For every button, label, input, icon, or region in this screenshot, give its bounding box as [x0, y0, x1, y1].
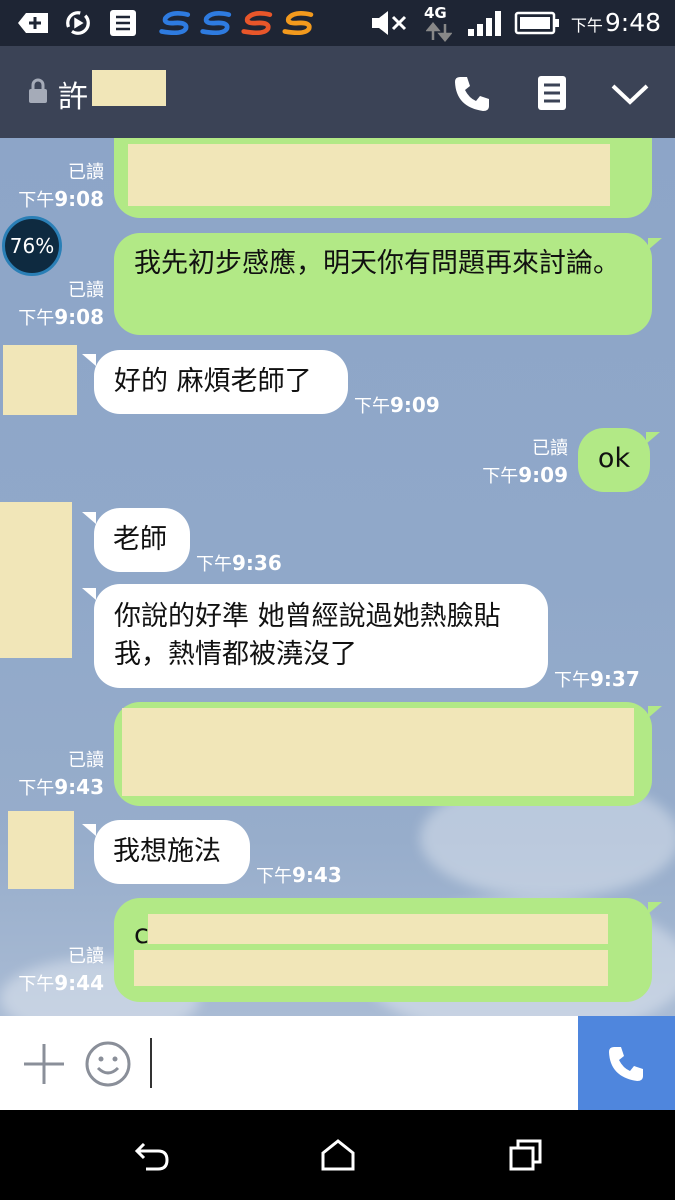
- app-s-icons: [159, 11, 314, 36]
- contact-avatar[interactable]: [0, 502, 72, 658]
- emoji-icon[interactable]: [84, 1040, 132, 1088]
- message-input-bar: [0, 1016, 675, 1110]
- data-arrows-icon: [426, 22, 452, 42]
- message-text: 我先初步感應，明天你有問題再來討論。: [134, 248, 620, 279]
- message-meta: 已讀 下午9:44: [18, 946, 104, 995]
- plus-icon[interactable]: [22, 1042, 66, 1086]
- message-text: ok: [597, 443, 631, 474]
- my-message-bubble[interactable]: ok: [578, 428, 650, 492]
- notes-app-icon: [110, 10, 136, 36]
- network-type: 4G: [424, 4, 447, 22]
- status-bar: 4G 下午9:48: [0, 0, 675, 46]
- redacted-name: [92, 70, 166, 106]
- message-meta: 下午9:09: [354, 393, 440, 417]
- text-input[interactable]: [150, 1038, 152, 1088]
- system-nav-bar: [0, 1110, 675, 1200]
- back-icon[interactable]: [134, 1140, 170, 1172]
- their-message-bubble[interactable]: 你說的好準 她曾經說過她熱臉貼我，熱情都被澆沒了: [94, 584, 548, 688]
- message-meta: 已讀 下午9:09: [482, 438, 568, 487]
- their-message-bubble[interactable]: 老師: [94, 508, 190, 572]
- floating-badge[interactable]: 76%: [2, 216, 62, 276]
- signal-icon: [468, 11, 501, 36]
- message-text: c: [134, 919, 149, 950]
- phone-icon[interactable]: [452, 74, 492, 114]
- message-text: 好的 麻煩老師了: [114, 366, 312, 397]
- chat-header: 許: [0, 46, 675, 138]
- message-meta: 已讀 下午9:43: [18, 750, 104, 799]
- recents-icon[interactable]: [508, 1138, 544, 1172]
- battery-icon: [514, 11, 559, 35]
- my-message-bubble[interactable]: c: [114, 898, 652, 1002]
- my-message-bubble[interactable]: [114, 702, 652, 806]
- notes-icon[interactable]: [536, 74, 568, 112]
- chat-title[interactable]: 許: [58, 72, 88, 116]
- lock-icon: [29, 78, 47, 103]
- mute-icon: [372, 11, 407, 35]
- message-meta: 下午9:37: [554, 667, 640, 691]
- their-message-bubble[interactable]: 好的 麻煩老師了: [94, 350, 348, 414]
- their-message-bubble[interactable]: 我想施法: [94, 820, 250, 884]
- home-icon[interactable]: [320, 1138, 356, 1172]
- call-button[interactable]: [578, 1016, 675, 1110]
- sync-icon: [66, 11, 90, 35]
- chat-area[interactable]: 已讀 下午9:08 76% 我先初步感應，明天你有問題再來討論。 已讀 下午9:…: [0, 138, 675, 1016]
- message-meta: 已讀 下午9:08: [18, 280, 104, 329]
- clock: 下午9:48: [570, 8, 661, 37]
- message-meta: 下午9:36: [196, 551, 282, 575]
- my-message-bubble[interactable]: [114, 138, 652, 218]
- message-meta: 下午9:43: [256, 863, 342, 887]
- contact-avatar[interactable]: [3, 345, 77, 415]
- add-notification-icon: [18, 13, 48, 33]
- my-message-bubble[interactable]: 我先初步感應，明天你有問題再來討論。: [114, 233, 652, 335]
- message-text: 你說的好準 她曾經說過她熱臉貼我，熱情都被澆沒了: [114, 601, 501, 670]
- chevron-down-icon[interactable]: [610, 82, 650, 106]
- contact-avatar[interactable]: [8, 811, 74, 889]
- message-text: 我想施法: [113, 836, 221, 867]
- message-meta: 已讀 下午9:08: [18, 162, 104, 211]
- message-text: 老師: [113, 524, 167, 555]
- phone-icon: [609, 1047, 643, 1081]
